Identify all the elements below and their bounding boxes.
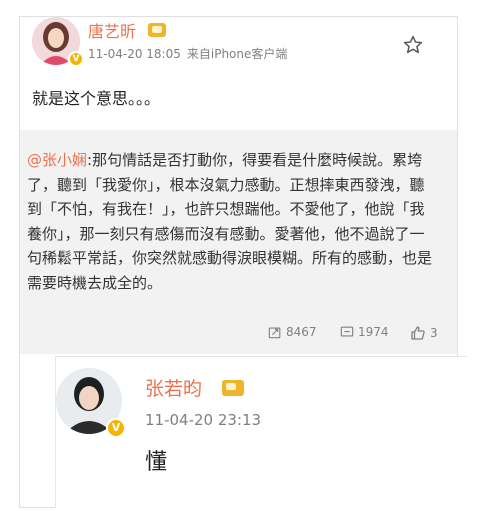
- vip-badge-icon: [148, 23, 166, 37]
- vip-badge-icon: [222, 380, 244, 396]
- quoted-text: :那句情話是否打動你，得要看是什麼時候說。累垮了，聽到「我愛你」，根本沒氣力感動…: [27, 151, 433, 292]
- thumbs-up-icon: [411, 326, 425, 340]
- repost-count: 8467: [286, 325, 317, 339]
- comment-icon: [340, 326, 354, 337]
- quoted-mention[interactable]: @张小娴: [27, 151, 87, 169]
- post-source: 来自iPhone客户端: [186, 47, 288, 61]
- like-count: 3: [430, 326, 438, 340]
- post-meta: 11-04-20 18:05 来自iPhone客户端: [88, 45, 287, 62]
- comment-count: 1974: [358, 325, 389, 339]
- post-time[interactable]: 11-04-20 18:05: [88, 47, 181, 61]
- reply-time[interactable]: 11-04-20 23:13: [145, 411, 261, 429]
- verified-v-icon: V: [106, 418, 126, 438]
- star-icon[interactable]: [402, 34, 424, 56]
- post-text: 就是这个意思。。。: [32, 89, 161, 108]
- like-button[interactable]: 3: [410, 325, 438, 341]
- author-name[interactable]: 唐艺昕: [88, 18, 136, 42]
- reply-text: 懂: [145, 450, 168, 475]
- repost-button[interactable]: 8467: [268, 325, 317, 339]
- repost-icon: [268, 327, 281, 339]
- verified-v-icon: V: [68, 51, 84, 67]
- reply-author-name[interactable]: 张若昀: [145, 374, 202, 401]
- quoted-text-block: @张小娴:那句情話是否打動你，得要看是什麼時候說。累垮了，聽到「我愛你」，根本沒…: [27, 148, 439, 295]
- comment-button[interactable]: 1974: [340, 325, 389, 339]
